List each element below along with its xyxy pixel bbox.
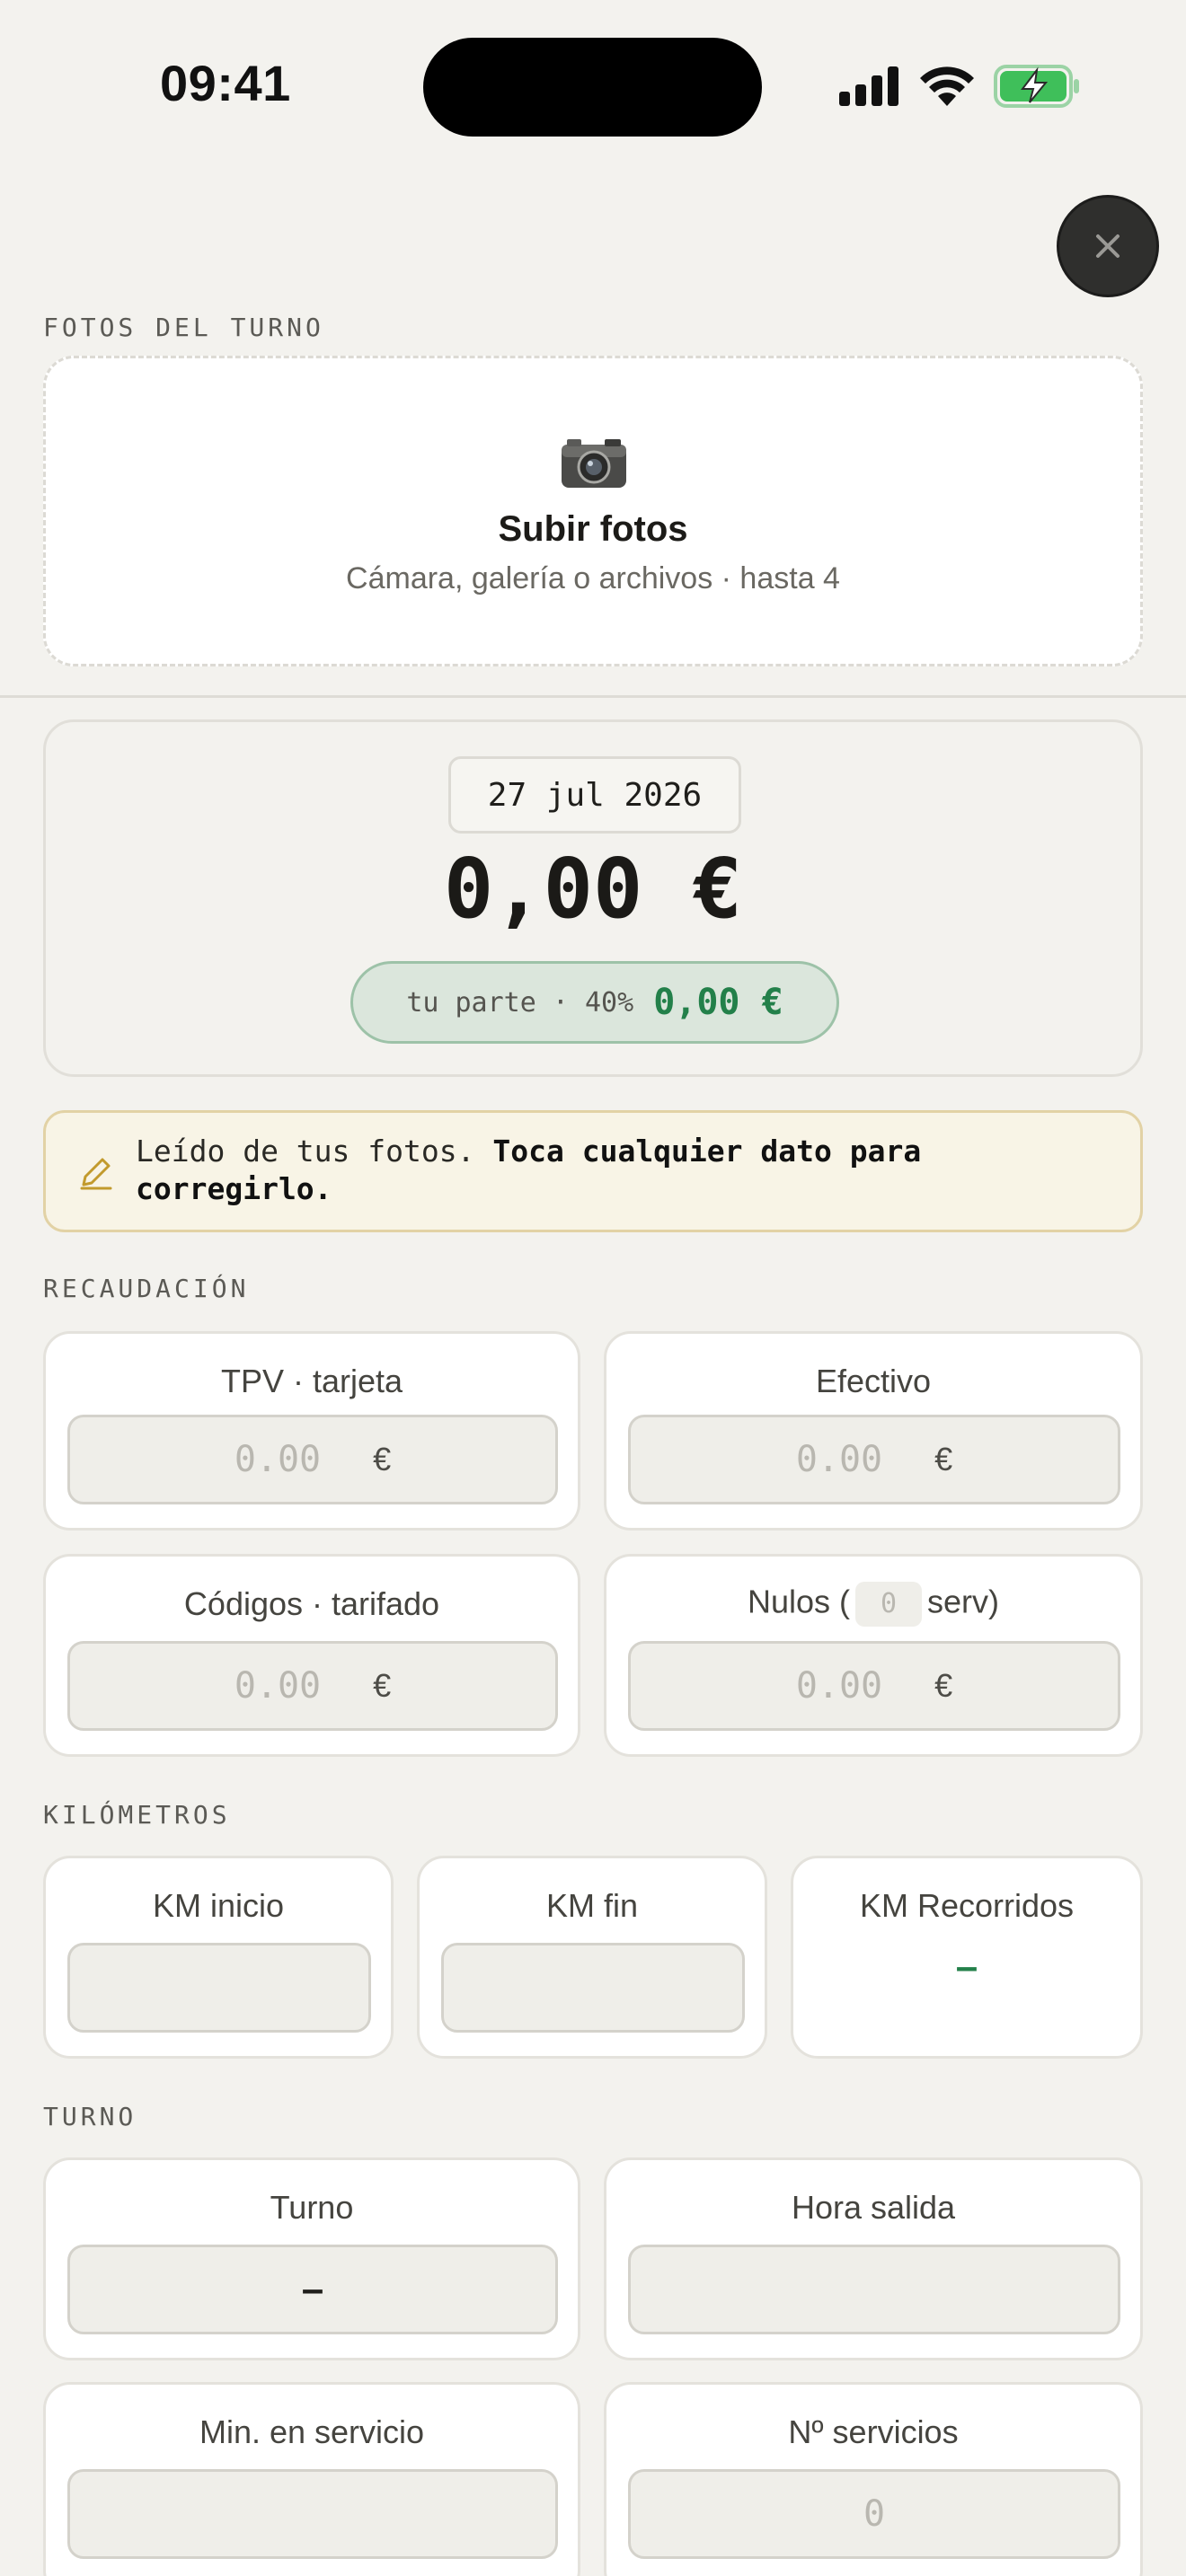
ocr-notice: Leído de tus fotos. Toca cualquier dato … — [43, 1110, 1143, 1232]
currency-unit: € — [934, 1441, 953, 1478]
field-label: Efectivo — [815, 1363, 932, 1399]
wifi-icon — [920, 66, 974, 106]
input-placeholder: 0 — [863, 2493, 886, 2535]
date-picker[interactable]: 27 jul 2026 — [448, 756, 741, 834]
field-card-km-inicio: KM inicio — [43, 1856, 394, 2059]
km-recorridos-value: – — [955, 1945, 978, 1989]
field-card-efectivo: Efectivo 0.00 € — [604, 1331, 1143, 1531]
input-placeholder: 0.00 — [795, 1439, 883, 1480]
field-label: Hora salida — [791, 2189, 956, 2226]
input-value: – — [301, 2267, 324, 2311]
notice-text-plain: Leído de tus fotos. — [136, 1134, 475, 1169]
section-title-turno: TURNO — [43, 2102, 137, 2131]
section-title-kilometros: KILÓMETROS — [43, 1800, 231, 1830]
upload-subtitle: Cámara, galería o archivos · hasta 4 — [346, 561, 840, 595]
cellular-signal-icon — [839, 66, 898, 106]
field-card-num-servicios: Nº servicios 0 — [604, 2382, 1143, 2576]
share-label: tu parte · 40% — [406, 986, 634, 1019]
field-label: KM Recorridos — [859, 1887, 1075, 1924]
field-label: Nº servicios — [788, 2413, 959, 2450]
divider — [0, 695, 1186, 698]
hora-salida-input[interactable] — [628, 2245, 1120, 2334]
total-amount: 0,00 € — [443, 841, 743, 937]
status-time: 09:41 — [160, 55, 291, 111]
efectivo-input[interactable]: 0.00 € — [628, 1415, 1120, 1504]
field-card-turno: Turno – — [43, 2157, 580, 2360]
nulos-services-input[interactable]: 0 — [855, 1582, 923, 1627]
field-label: Códigos · tarifado — [183, 1585, 440, 1622]
field-card-nulos: Nulos (0 serv) 0.00 € — [604, 1554, 1143, 1757]
summary-card: 27 jul 2026 0,00 € tu parte · 40% 0,00 € — [43, 719, 1143, 1077]
section-title-recaudacion: RECAUDACIÓN — [43, 1274, 250, 1303]
km-inicio-input[interactable] — [67, 1943, 371, 2033]
field-label: Min. en servicio — [199, 2413, 425, 2450]
section-title-photos: FOTOS DEL TURNO — [43, 313, 324, 342]
turno-select[interactable]: – — [67, 2245, 558, 2334]
currency-unit: € — [934, 1667, 953, 1704]
upload-title: Subir fotos — [498, 509, 688, 549]
nulos-label-prefix: Nulos ( — [747, 1583, 851, 1620]
codigos-input[interactable]: 0.00 € — [67, 1641, 558, 1731]
input-placeholder: 0.00 — [234, 1665, 322, 1707]
nulos-label-suffix: serv) — [927, 1583, 1000, 1620]
notice-text: Leído de tus fotos. Toca cualquier dato … — [136, 1133, 1106, 1208]
field-card-hora-salida: Hora salida — [604, 2157, 1143, 2360]
tpv-input[interactable]: 0.00 € — [67, 1415, 558, 1504]
field-label: KM inicio — [152, 1887, 285, 1924]
field-card-tpv: TPV · tarjeta 0.00 € — [43, 1331, 580, 1531]
share-value: 0,00 € — [653, 982, 783, 1023]
km-fin-input[interactable] — [441, 1943, 745, 2033]
field-label-nulos: Nulos (0 serv) — [606, 1582, 1140, 1627]
dynamic-island — [423, 38, 762, 137]
pencil-icon — [80, 1158, 112, 1190]
status-icons — [839, 63, 1080, 110]
input-placeholder: 0.00 — [234, 1439, 322, 1480]
nulos-input[interactable]: 0.00 € — [628, 1641, 1120, 1731]
input-placeholder: 0.00 — [795, 1665, 883, 1707]
battery-charging-icon — [994, 65, 1079, 108]
field-label: Turno — [270, 2189, 354, 2226]
field-card-km-recorridos: KM Recorridos – — [791, 1856, 1143, 2059]
min-servicio-input[interactable] — [67, 2469, 558, 2559]
field-card-min-servicio: Min. en servicio — [43, 2382, 580, 2576]
upload-photos-dropzone[interactable]: Subir fotos Cámara, galería o archivos ·… — [43, 356, 1143, 666]
currency-unit: € — [373, 1441, 392, 1478]
share-badge: tu parte · 40% 0,00 € — [350, 961, 839, 1044]
field-card-km-fin: KM fin — [417, 1856, 767, 2059]
currency-unit: € — [373, 1667, 392, 1704]
camera-icon — [562, 439, 626, 488]
field-label: TPV · tarjeta — [220, 1363, 403, 1399]
status-bar: 09:41 — [0, 0, 1186, 171]
field-card-codigos: Códigos · tarifado 0.00 € — [43, 1554, 580, 1757]
close-button[interactable] — [1057, 195, 1159, 297]
field-label: KM fin — [545, 1887, 639, 1924]
num-servicios-input[interactable]: 0 — [628, 2469, 1120, 2559]
close-icon — [1096, 234, 1120, 258]
